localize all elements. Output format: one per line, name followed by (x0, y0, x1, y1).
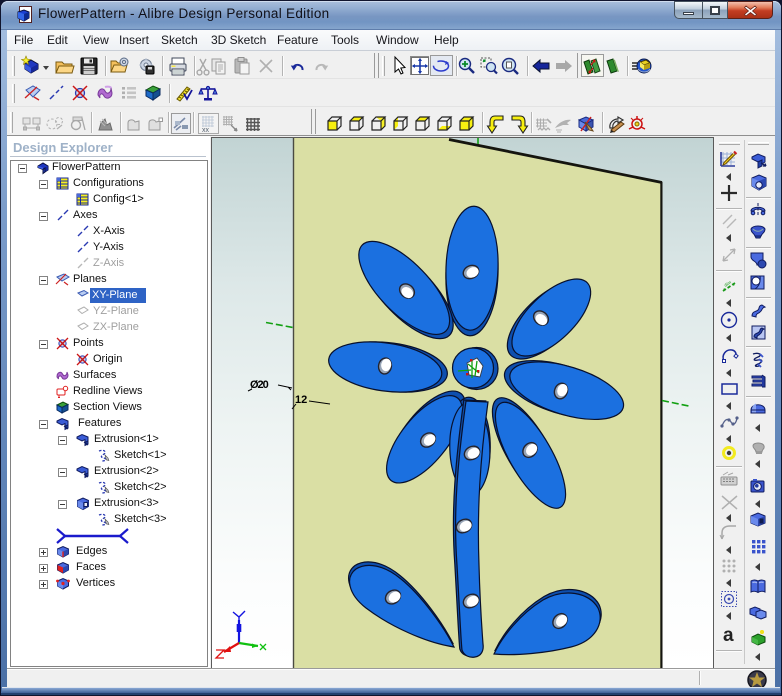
svg-text:12: 12 (295, 394, 307, 406)
svg-text:Ø20: Ø20 (250, 379, 269, 391)
